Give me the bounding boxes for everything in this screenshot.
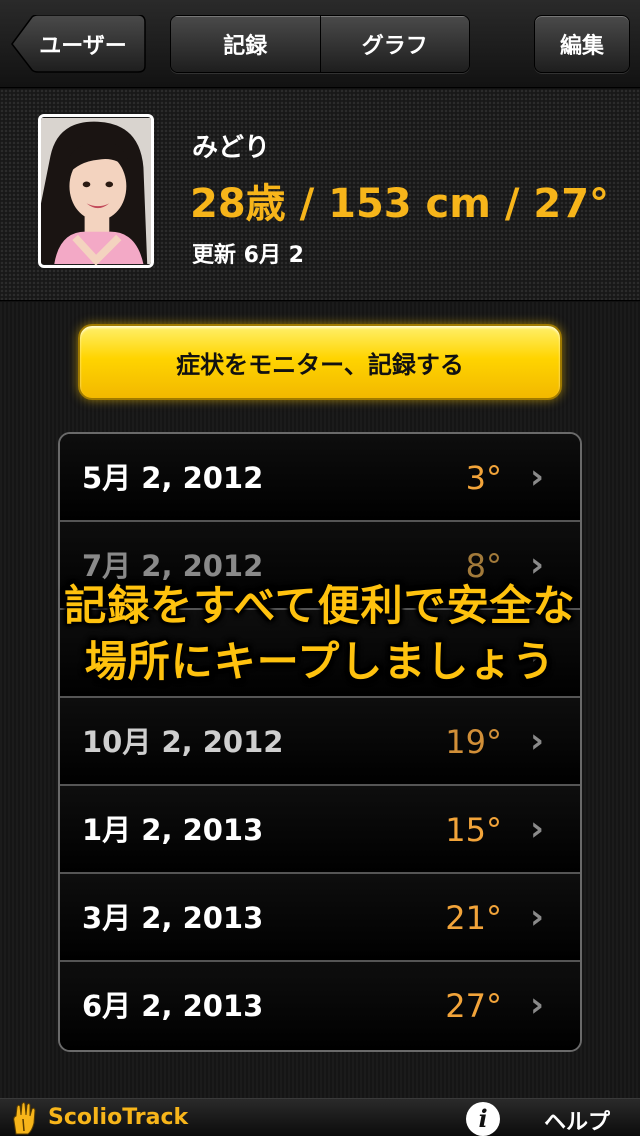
info-icon[interactable]: i bbox=[466, 1102, 500, 1136]
record-row[interactable]: 1月 2, 2013 15° › bbox=[60, 786, 580, 874]
back-button[interactable]: ユーザー bbox=[10, 15, 146, 73]
bottom-bar: ScolioTrack i ヘルプ bbox=[0, 1098, 640, 1136]
record-angle: 19° bbox=[445, 723, 502, 761]
back-button-label: ユーザー bbox=[39, 34, 127, 59]
record-angle: 27° bbox=[445, 987, 502, 1025]
nav-bar: ユーザー 記録 グラフ 編集 bbox=[0, 0, 640, 88]
record-row[interactable]: 10月 2, 2012 19° › bbox=[60, 698, 580, 786]
promo-line-1: 記録をすべて便利で安全な bbox=[64, 581, 576, 630]
help-button[interactable]: ヘルプ bbox=[544, 1104, 610, 1136]
records-list: 5月 2, 2012 3° › 7月 2, 2012 8° › › 10月 2,… bbox=[58, 432, 582, 1052]
record-date: 3月 2, 2013 bbox=[82, 901, 264, 935]
profile-stats: 28歳 / 153 cm / 27° bbox=[190, 181, 610, 227]
promo-caption: 記録をすべて便利で安全な 場所にキープしましょう bbox=[0, 578, 640, 690]
main-content: 症状をモニター、記録する 5月 2, 2012 3° › 7月 2, 2012 … bbox=[0, 302, 640, 1098]
chevron-right-icon: › bbox=[529, 721, 544, 761]
promo-line-2: 場所にキープしましょう bbox=[84, 637, 556, 686]
tab-records[interactable]: 記録 bbox=[171, 16, 320, 72]
record-date: 1月 2, 2013 bbox=[82, 813, 264, 847]
app-name: ScolioTrack bbox=[48, 1105, 189, 1130]
avatar[interactable] bbox=[38, 114, 154, 268]
hand-logo-icon bbox=[13, 1102, 36, 1135]
avatar-photo bbox=[41, 117, 151, 265]
record-row[interactable]: 3月 2, 2013 21° › bbox=[60, 874, 580, 962]
record-row[interactable]: 6月 2, 2013 27° › bbox=[60, 962, 580, 1050]
profile-updated: 更新 6月 2 bbox=[192, 243, 304, 268]
profile-header: みどり 28歳 / 153 cm / 27° 更新 6月 2 bbox=[0, 89, 640, 301]
record-angle: 15° bbox=[445, 811, 502, 849]
record-date: 5月 2, 2012 bbox=[82, 461, 264, 495]
edit-button[interactable]: 編集 bbox=[534, 15, 630, 73]
view-segmented-control: 記録 グラフ bbox=[170, 15, 470, 73]
profile-name: みどり bbox=[192, 133, 271, 163]
tab-graph[interactable]: グラフ bbox=[319, 16, 469, 72]
chevron-right-icon: › bbox=[529, 897, 544, 937]
record-angle: 3° bbox=[465, 459, 502, 497]
record-date: 10月 2, 2012 bbox=[82, 725, 284, 759]
record-row[interactable]: 5月 2, 2012 3° › bbox=[60, 434, 580, 522]
chevron-right-icon: › bbox=[529, 985, 544, 1025]
record-angle: 21° bbox=[445, 899, 502, 937]
chevron-right-icon: › bbox=[529, 809, 544, 849]
monitor-record-button[interactable]: 症状をモニター、記録する bbox=[78, 324, 562, 400]
chevron-right-icon: › bbox=[529, 457, 544, 497]
record-date: 6月 2, 2013 bbox=[82, 989, 264, 1023]
